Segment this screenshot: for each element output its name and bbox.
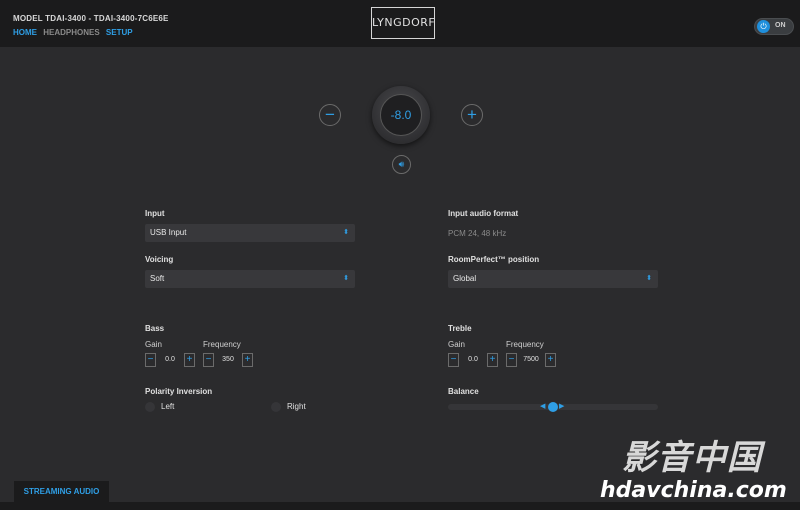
bass-frequency-minus-button[interactable]: − (203, 353, 214, 367)
input-format-label: Input audio format (448, 209, 519, 218)
select-arrows-icon: ⬍ (343, 275, 349, 282)
volume-value: -8.0 (380, 94, 422, 136)
streaming-audio-tab[interactable]: STREAMING AUDIO (14, 481, 109, 502)
bass-gain-value: 0.0 (165, 356, 175, 363)
balance-slider-thumb[interactable] (548, 402, 558, 412)
roomperfect-select[interactable]: Global ⬍ (448, 270, 658, 288)
bass-frequency-plus-button[interactable]: + (242, 353, 253, 367)
treble-gain-label: Gain (448, 340, 465, 349)
treble-frequency-plus-button[interactable]: + (545, 353, 556, 367)
polarity-label: Polarity Inversion (145, 387, 213, 396)
volume-down-button[interactable]: − (319, 104, 341, 126)
bass-gain-minus-button[interactable]: − (145, 353, 156, 367)
input-label: Input (145, 209, 165, 218)
nav-home[interactable]: HOME (13, 28, 37, 37)
input-format-value: PCM 24, 48 kHz (448, 229, 507, 238)
power-icon: ⏻ (757, 20, 770, 33)
balance-right-arrow-icon: ▶ (559, 403, 565, 410)
power-toggle[interactable]: ⏻ ON (754, 18, 794, 35)
voicing-value: Soft (150, 274, 165, 283)
treble-frequency-minus-button[interactable]: − (506, 353, 517, 367)
treble-gain-minus-button[interactable]: − (448, 353, 459, 367)
nav-menu: HOME HEADPHONES SETUP (13, 28, 137, 37)
bass-frequency-value: 350 (222, 356, 234, 363)
voicing-label: Voicing (145, 255, 174, 264)
treble-frequency-value: 7500 (523, 356, 539, 363)
balance-label: Balance (448, 387, 479, 396)
radio-indicator (271, 402, 281, 412)
power-label: ON (775, 22, 786, 29)
treble-label: Treble (448, 324, 472, 333)
bass-frequency-stepper: − 350 + (203, 353, 253, 367)
roomperfect-label: RoomPerfect™ position (448, 255, 540, 264)
bass-gain-label: Gain (145, 340, 162, 349)
watermark-chars: 影音中国 (622, 439, 762, 477)
treble-gain-value: 0.0 (468, 356, 478, 363)
bass-gain-stepper: − 0.0 + (145, 353, 195, 367)
input-select[interactable]: USB Input ⬍ (145, 224, 355, 242)
select-arrows-icon: ⬍ (646, 275, 652, 282)
watermark: 影音中国 hdavchina.com (600, 430, 795, 505)
bass-gain-plus-button[interactable]: + (184, 353, 195, 367)
bass-frequency-label: Frequency (203, 340, 241, 349)
brand-logo: LYNGDORF (371, 7, 435, 39)
balance-left-arrow-icon: ◀ (540, 403, 546, 410)
volume-knob[interactable]: -8.0 (372, 86, 430, 144)
header-bar: MODEL TDAI-3400 - TDAI-3400-7C6E6E HOME … (0, 0, 800, 47)
treble-frequency-label: Frequency (506, 340, 544, 349)
mute-button[interactable]: 🔊︎ (392, 155, 411, 174)
nav-headphones[interactable]: HEADPHONES (43, 28, 99, 37)
treble-gain-stepper: − 0.0 + (448, 353, 498, 367)
polarity-left-label: Left (161, 402, 175, 411)
balance-slider[interactable]: ◀ ▶ (448, 402, 658, 412)
volume-up-button[interactable]: + (461, 104, 483, 126)
voicing-select[interactable]: Soft ⬍ (145, 270, 355, 288)
bass-label: Bass (145, 324, 165, 333)
speaker-icon: 🔊︎ (398, 159, 405, 169)
nav-setup[interactable]: SETUP (106, 28, 133, 37)
treble-frequency-stepper: − 7500 + (506, 353, 556, 367)
watermark-site: hdavchina.com (600, 478, 787, 503)
select-arrows-icon: ⬍ (343, 229, 349, 236)
treble-gain-plus-button[interactable]: + (487, 353, 498, 367)
model-title: MODEL TDAI-3400 - TDAI-3400-7C6E6E (13, 14, 169, 23)
input-value: USB Input (150, 228, 187, 237)
roomperfect-value: Global (453, 274, 477, 283)
polarity-right-label: Right (287, 402, 306, 411)
radio-indicator (145, 402, 155, 412)
